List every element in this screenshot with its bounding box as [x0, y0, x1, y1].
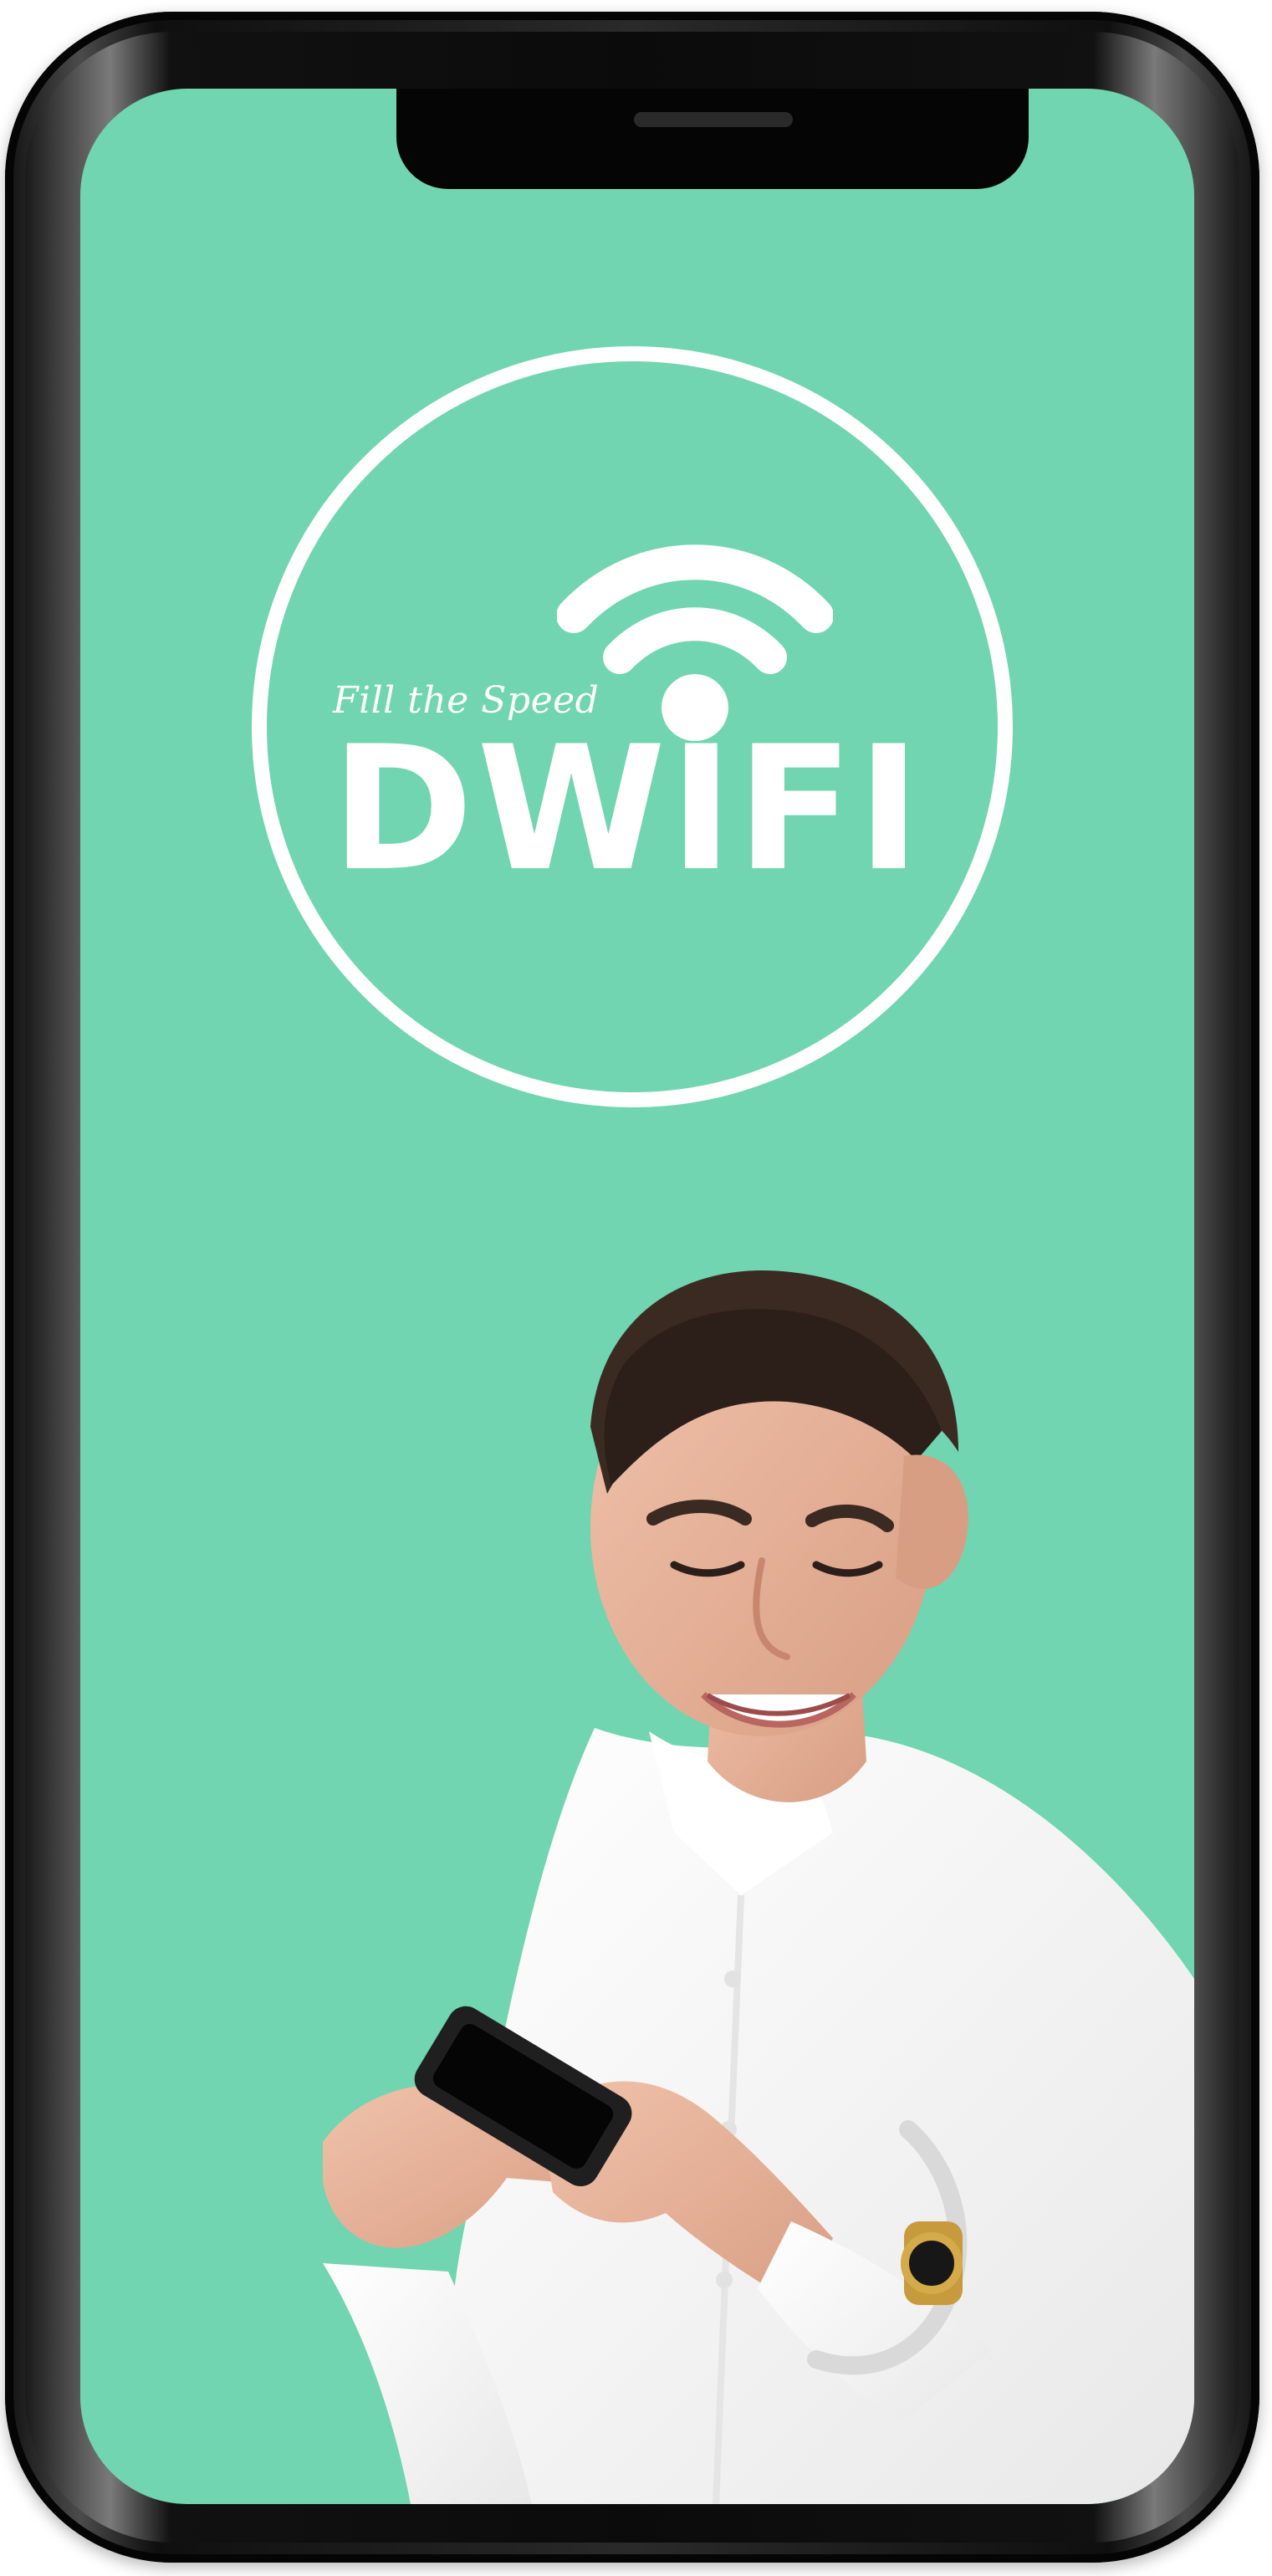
phone-mockup: Fill the Speed DWIFI — [5, 12, 1259, 2563]
brand-wordmark: DWIFI — [331, 710, 924, 909]
phone-notch — [396, 89, 1029, 189]
speaker-grille — [634, 112, 793, 127]
app-splash-screen: Fill the Speed DWIFI — [80, 89, 1194, 2504]
man-holding-phone-photo — [323, 1270, 1194, 2504]
